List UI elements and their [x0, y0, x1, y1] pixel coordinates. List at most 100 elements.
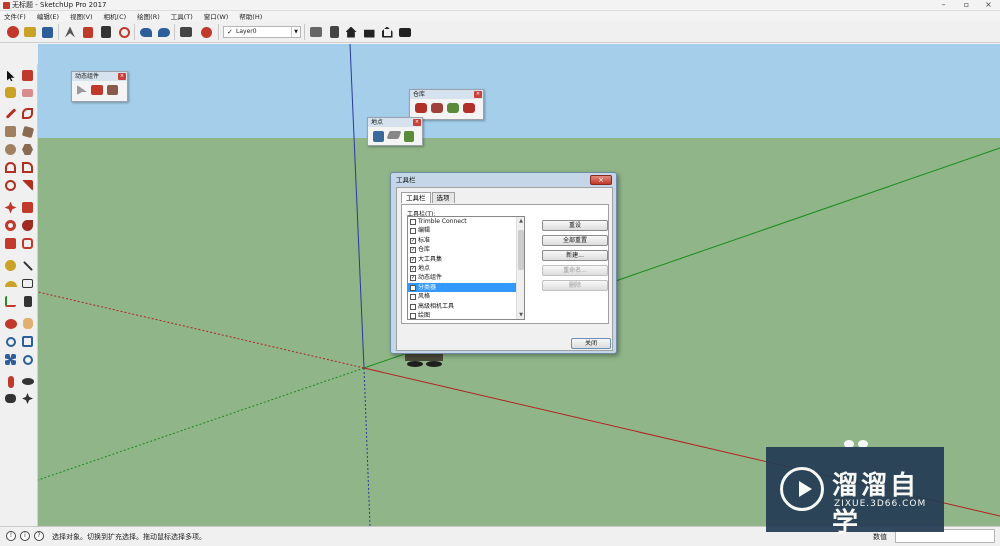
menu-tools[interactable]: 工具(T) [171, 11, 193, 21]
toolbar-list-item[interactable]: 编辑 [408, 226, 524, 235]
two-point-arc-icon[interactable] [20, 160, 35, 175]
minimize-button[interactable]: – [936, 0, 951, 10]
toolbar-list-item[interactable]: 绘图 [408, 311, 524, 319]
layer-select[interactable]: ✓ Layer0 ▼ [223, 26, 301, 38]
component-icon[interactable] [308, 24, 324, 40]
toolbar-checkbox[interactable] [410, 219, 416, 225]
toolbar-list-item[interactable]: 高级相机工具 [408, 302, 524, 311]
scale-icon[interactable] [3, 236, 18, 251]
menu-view[interactable]: 视图(V) [70, 11, 93, 21]
protractor-icon[interactable] [3, 276, 18, 291]
interact-icon[interactable] [77, 85, 87, 95]
toolbar-checkbox[interactable]: ✓ [410, 265, 416, 272]
menu-camera[interactable]: 相机(C) [104, 11, 127, 21]
3d-text-icon[interactable] [20, 294, 35, 309]
toolbar-list-item[interactable]: 风格 [408, 292, 524, 301]
toolbar-checkbox[interactable] [410, 303, 416, 310]
component-attributes-icon[interactable] [107, 85, 118, 95]
new-file-icon[interactable] [5, 24, 21, 40]
tab-options[interactable]: 选项 [431, 192, 455, 203]
share-model-icon[interactable] [431, 103, 443, 113]
rotated-rectangle-icon[interactable] [20, 124, 35, 139]
eraser-icon[interactable] [20, 85, 35, 100]
rename-button[interactable]: 重命名... [542, 265, 608, 276]
text-icon[interactable] [20, 276, 35, 291]
axes-icon[interactable] [3, 294, 18, 309]
scroll-up-icon[interactable]: ▲ [517, 217, 524, 225]
toolbar-list-item[interactable]: ✓ 地点 [408, 264, 524, 273]
reset-button[interactable]: 重设 [542, 220, 608, 231]
zoom-extents-icon[interactable] [3, 352, 18, 367]
select-arrow-icon[interactable] [3, 68, 18, 83]
new-toolbar-button[interactable]: 新建... [542, 250, 608, 261]
tab-toolbars[interactable]: 工具栏 [401, 192, 431, 203]
section-plane-icon[interactable] [20, 391, 35, 406]
rectangle-icon[interactable] [3, 124, 18, 139]
delete-button[interactable]: 删除 [542, 280, 608, 291]
copy-icon[interactable] [80, 24, 96, 40]
close-icon[interactable]: × [474, 91, 482, 98]
house-front-icon[interactable] [361, 24, 377, 40]
3d-warehouse-icon[interactable] [415, 103, 427, 113]
look-around-icon[interactable] [20, 374, 35, 389]
toolbar-list-item[interactable]: ✓ 仓库 [408, 245, 524, 254]
photo-textures-icon[interactable] [404, 131, 414, 142]
home-icon[interactable] [343, 24, 359, 40]
three-point-arc-icon[interactable] [3, 178, 18, 193]
polygon-icon[interactable] [20, 142, 35, 157]
toolbar-checkbox[interactable]: ✓ [410, 275, 416, 282]
orbit-icon[interactable] [3, 316, 18, 331]
toolbar-checkbox[interactable] [410, 228, 416, 235]
house-side-icon[interactable] [397, 24, 413, 40]
menu-draw[interactable]: 绘图(R) [137, 11, 160, 21]
undo-icon[interactable] [138, 24, 154, 40]
push-pull-icon[interactable] [20, 200, 35, 215]
book-icon[interactable] [326, 24, 342, 40]
pencil-line-icon[interactable] [3, 106, 18, 121]
close-window-button[interactable]: × [981, 0, 996, 10]
list-scrollbar[interactable]: ▲ ▼ [516, 217, 524, 319]
credits-icon[interactable]: i [20, 531, 30, 541]
toggle-terrain-icon[interactable] [386, 131, 402, 142]
help-icon[interactable]: ? [34, 531, 44, 541]
dimension-icon[interactable] [20, 258, 35, 273]
toolbar-list-item[interactable]: ✓ 动态组件 [408, 273, 524, 282]
previous-view-icon[interactable] [20, 352, 35, 367]
open-folder-icon[interactable] [22, 24, 38, 40]
toolbar-checkbox[interactable] [410, 284, 416, 291]
toolbar-list-item[interactable]: 分类器 [408, 282, 524, 293]
make-component-icon[interactable] [20, 68, 35, 83]
chevron-down-icon[interactable]: ▼ [291, 27, 300, 37]
menu-help[interactable]: 帮助(H) [239, 11, 262, 21]
toolbar-list-item[interactable]: Trimble Connect [408, 217, 524, 226]
component-options-icon[interactable] [91, 85, 103, 95]
paint-bucket-icon[interactable] [3, 85, 18, 100]
menu-window[interactable]: 窗口(W) [204, 11, 229, 21]
extension-warehouse-icon[interactable] [463, 103, 475, 113]
toolbar-checkbox[interactable]: ✓ [410, 237, 416, 244]
pie-icon[interactable] [20, 178, 35, 193]
arc-icon[interactable] [3, 160, 18, 175]
toolbar-checkbox[interactable] [410, 312, 416, 319]
toolbar-list-item[interactable]: ✓ 大工具集 [408, 255, 524, 264]
zoom-icon[interactable] [3, 334, 18, 349]
print-icon[interactable] [178, 24, 194, 40]
save-icon[interactable] [39, 24, 55, 40]
toolbar-checkbox[interactable]: ✓ [410, 247, 416, 254]
reset-all-button[interactable]: 全部重置 [542, 235, 608, 246]
redo-icon[interactable] [156, 24, 172, 40]
move-icon[interactable] [3, 200, 18, 215]
offset-icon[interactable] [20, 236, 35, 251]
erase-icon[interactable] [116, 24, 132, 40]
house-outline-icon[interactable] [379, 24, 395, 40]
zoom-window-icon[interactable] [20, 334, 35, 349]
toolbar-list-item[interactable]: ✓ 标准 [408, 236, 524, 245]
close-icon[interactable]: × [413, 119, 421, 126]
toolbar-list[interactable]: Trimble Connect 编辑 ✓ 标准 ✓ 仓库 ✓ 大工具集 ✓ 地点 ✓ 动态组件 分类器风… [407, 216, 525, 320]
add-location-icon[interactable] [373, 131, 384, 142]
menu-edit[interactable]: 编辑(E) [37, 11, 59, 21]
toolbar-checkbox[interactable]: ✓ [410, 256, 416, 263]
position-camera-icon[interactable] [3, 374, 18, 389]
menu-file[interactable]: 文件(F) [4, 11, 26, 21]
follow-me-icon[interactable] [20, 218, 35, 233]
